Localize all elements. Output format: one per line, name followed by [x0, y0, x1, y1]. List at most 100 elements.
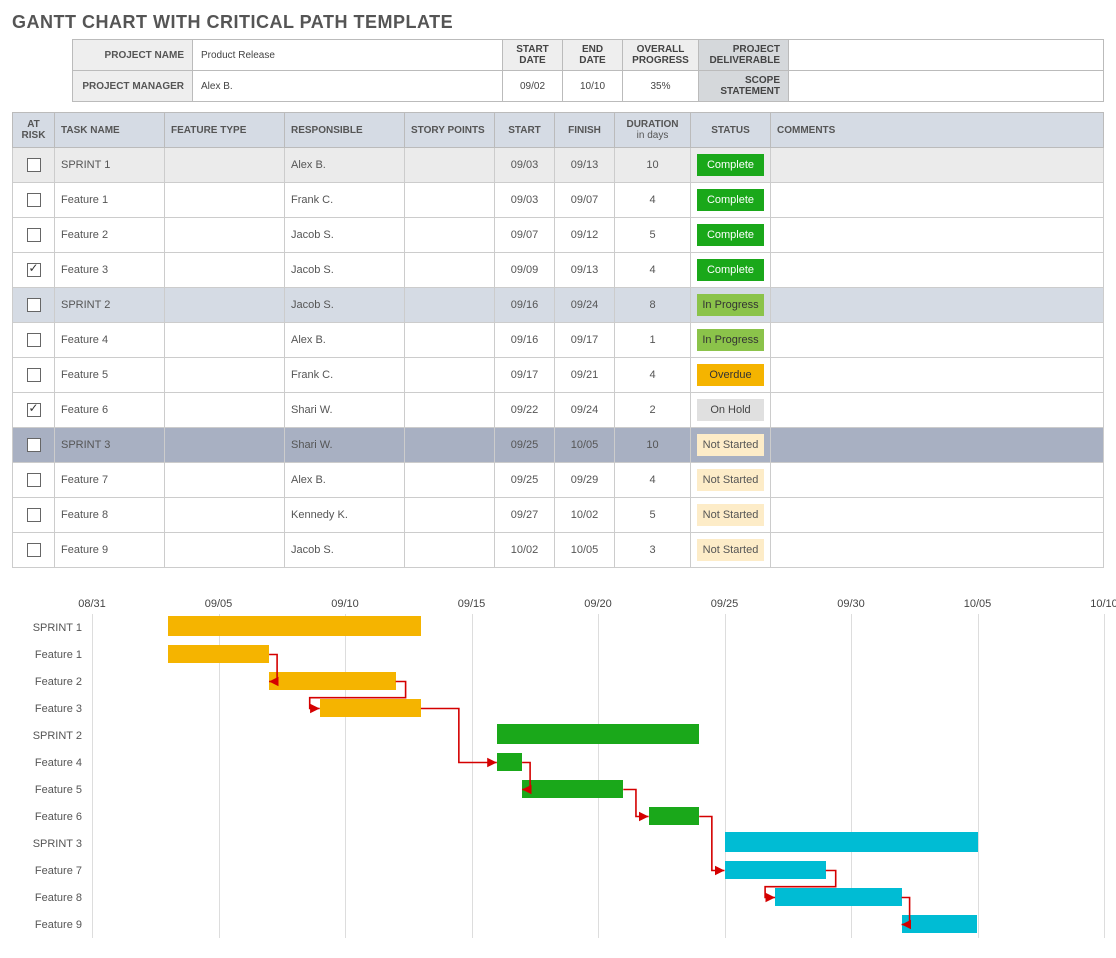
at-risk-checkbox[interactable] — [27, 438, 41, 452]
cell-task-name: Feature 8 — [55, 498, 165, 533]
cell-duration: 5 — [615, 498, 691, 533]
gantt-row: Feature 5 — [12, 776, 1104, 803]
gantt-bar — [775, 888, 902, 906]
axis-tick: 09/15 — [458, 598, 486, 610]
cell-comments — [771, 288, 1104, 323]
cell-comments — [771, 183, 1104, 218]
cell-duration: 5 — [615, 218, 691, 253]
cell-status: Not Started — [691, 533, 771, 568]
cell-task-name: Feature 3 — [55, 253, 165, 288]
cell-comments — [771, 253, 1104, 288]
label-project-name: PROJECT NAME — [73, 40, 193, 71]
cell-status: Not Started — [691, 463, 771, 498]
axis-tick: 10/10 — [1090, 598, 1116, 610]
gantt-row: Feature 7 — [12, 857, 1104, 884]
cell-responsible: Frank C. — [285, 183, 405, 218]
cell-start: 09/03 — [495, 148, 555, 183]
value-project-manager: Alex B. — [193, 71, 503, 102]
cell-task-name: SPRINT 2 — [55, 288, 165, 323]
cell-feature-type — [165, 253, 285, 288]
at-risk-checkbox[interactable] — [27, 298, 41, 312]
cell-duration: 8 — [615, 288, 691, 323]
col-at-risk: AT RISK — [13, 113, 55, 148]
gantt-row-label: Feature 9 — [12, 919, 92, 931]
cell-start: 10/02 — [495, 533, 555, 568]
axis-tick: 09/20 — [584, 598, 612, 610]
table-row: Feature 9Jacob S.10/0210/053Not Started — [13, 533, 1104, 568]
cell-story-points — [405, 183, 495, 218]
cell-comments — [771, 358, 1104, 393]
at-risk-checkbox[interactable] — [27, 368, 41, 382]
gantt-row-label: Feature 6 — [12, 811, 92, 823]
gantt-row-label: Feature 5 — [12, 784, 92, 796]
at-risk-checkbox[interactable] — [27, 193, 41, 207]
gantt-row-label: Feature 3 — [12, 703, 92, 715]
col-comments: COMMENTS — [771, 113, 1104, 148]
cell-story-points — [405, 288, 495, 323]
cell-start: 09/27 — [495, 498, 555, 533]
at-risk-checkbox[interactable] — [27, 473, 41, 487]
table-row: SPRINT 1Alex B.09/0309/1310Complete — [13, 148, 1104, 183]
col-finish: FINISH — [555, 113, 615, 148]
cell-status: Not Started — [691, 428, 771, 463]
table-row: Feature 5Frank C.09/1709/214Overdue — [13, 358, 1104, 393]
cell-start: 09/25 — [495, 463, 555, 498]
axis-tick: 09/25 — [711, 598, 739, 610]
cell-responsible: Alex B. — [285, 148, 405, 183]
table-row: Feature 3Jacob S.09/0909/134Complete — [13, 253, 1104, 288]
gantt-bar — [168, 645, 269, 663]
cell-duration: 4 — [615, 358, 691, 393]
cell-responsible: Alex B. — [285, 463, 405, 498]
cell-story-points — [405, 323, 495, 358]
gantt-row-label: Feature 1 — [12, 649, 92, 661]
at-risk-checkbox[interactable] — [27, 403, 41, 417]
at-risk-checkbox[interactable] — [27, 158, 41, 172]
cell-finish: 09/24 — [555, 288, 615, 323]
cell-responsible: Shari W. — [285, 428, 405, 463]
cell-start: 09/17 — [495, 358, 555, 393]
table-row: Feature 7Alex B.09/2509/294Not Started — [13, 463, 1104, 498]
at-risk-checkbox[interactable] — [27, 263, 41, 277]
cell-story-points — [405, 498, 495, 533]
cell-responsible: Jacob S. — [285, 253, 405, 288]
value-overall-progress: 35% — [623, 71, 699, 102]
cell-feature-type — [165, 148, 285, 183]
cell-duration: 4 — [615, 183, 691, 218]
at-risk-checkbox[interactable] — [27, 228, 41, 242]
cell-duration: 1 — [615, 323, 691, 358]
cell-finish: 09/12 — [555, 218, 615, 253]
cell-finish: 09/13 — [555, 253, 615, 288]
cell-feature-type — [165, 288, 285, 323]
gantt-bar — [725, 832, 978, 852]
gantt-row-label: Feature 7 — [12, 865, 92, 877]
gantt-row: Feature 9 — [12, 911, 1104, 938]
gantt-chart: 08/3109/0509/1009/1509/2009/2509/3010/05… — [12, 598, 1104, 938]
cell-status: Not Started — [691, 498, 771, 533]
gantt-row: Feature 6 — [12, 803, 1104, 830]
col-status: STATUS — [691, 113, 771, 148]
cell-task-name: Feature 2 — [55, 218, 165, 253]
label-start-date: START DATE — [503, 40, 563, 71]
at-risk-checkbox[interactable] — [27, 333, 41, 347]
table-row: Feature 6Shari W.09/2209/242On Hold — [13, 393, 1104, 428]
cell-finish: 09/07 — [555, 183, 615, 218]
cell-duration: 4 — [615, 253, 691, 288]
col-feature-type: FEATURE TYPE — [165, 113, 285, 148]
cell-start: 09/09 — [495, 253, 555, 288]
cell-comments — [771, 218, 1104, 253]
cell-task-name: Feature 4 — [55, 323, 165, 358]
gantt-row-label: SPRINT 1 — [12, 622, 92, 634]
at-risk-checkbox[interactable] — [27, 543, 41, 557]
gantt-bar — [725, 861, 826, 879]
label-overall-progress: OVERALL PROGRESS — [623, 40, 699, 71]
gantt-row: Feature 1 — [12, 641, 1104, 668]
value-end-date: 10/10 — [563, 71, 623, 102]
gantt-row: SPRINT 3 — [12, 830, 1104, 857]
value-start-date: 09/02 — [503, 71, 563, 102]
at-risk-checkbox[interactable] — [27, 508, 41, 522]
cell-comments — [771, 428, 1104, 463]
gantt-bar — [168, 616, 421, 636]
cell-comments — [771, 323, 1104, 358]
project-summary: PROJECT NAME Product Release START DATE … — [72, 39, 1104, 102]
col-story-points: STORY POINTS — [405, 113, 495, 148]
